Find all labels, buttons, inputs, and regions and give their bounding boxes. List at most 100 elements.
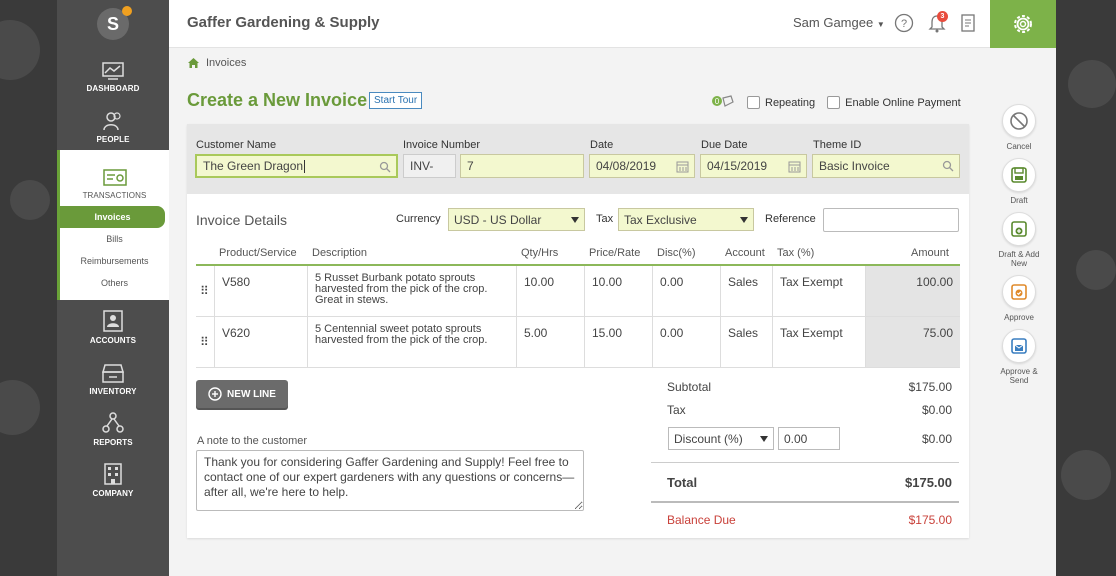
approve-button[interactable]: Approve (994, 275, 1044, 322)
subnav-item-bills[interactable]: Bills (60, 228, 169, 250)
customer-name-input[interactable]: The Green Dragon (195, 154, 398, 178)
column-header-description: Description (312, 247, 368, 259)
reference-input[interactable] (823, 208, 959, 232)
sidebar-item-inventory[interactable]: INVENTORY (57, 351, 169, 402)
sidebar-item-dashboard[interactable]: DASHBOARD (57, 48, 169, 99)
column-header-tax: Tax (%) (777, 247, 815, 259)
invoice-number-input[interactable]: 7 (460, 154, 584, 178)
row-description[interactable]: 5 Centennial sweet potato sprouts harves… (308, 317, 517, 367)
invoice-header-fields: Customer Name The Green Dragon Invoice N… (187, 124, 969, 194)
chevron-down-icon (740, 217, 748, 223)
sidebar-item-people[interactable]: PEOPLE (57, 99, 169, 150)
row-amount: 75.00 (866, 317, 960, 367)
row-qty[interactable]: 5.00 (517, 317, 585, 367)
invoice-prefix-field: INV- (403, 154, 456, 178)
table-row[interactable]: ⠿ V580 5 Russet Burbank potato sprouts h… (196, 266, 960, 317)
approve-send-button[interactable]: Approve & Send (994, 329, 1044, 385)
start-tour-button[interactable]: Start Tour (369, 92, 423, 109)
row-price[interactable]: 15.00 (585, 317, 653, 367)
row-product[interactable]: V580 (215, 266, 308, 316)
due-date-label: Due Date (701, 139, 748, 151)
breadcrumb-invoices[interactable]: Invoices (206, 57, 246, 69)
total-value: $175.00 (905, 475, 952, 490)
invoice-options: 0 Repeating Enable Online Payment (711, 94, 973, 111)
row-tax[interactable]: Tax Exempt (773, 317, 866, 367)
row-amount: 100.00 (866, 266, 960, 316)
draft-button[interactable]: Draft (994, 158, 1044, 205)
sidebar-item-label: PEOPLE (96, 135, 130, 144)
draft-add-new-button[interactable]: Draft & Add New (994, 212, 1044, 268)
online-payment-checkbox[interactable] (827, 96, 841, 109)
app-logo[interactable]: S (97, 6, 132, 40)
search-icon (379, 161, 391, 173)
chevron-down-icon: ▼ (876, 20, 885, 29)
totals-divider (651, 462, 959, 463)
repeating-checkbox[interactable] (747, 96, 760, 109)
customer-note-textarea[interactable]: Thank you for considering Gaffer Gardeni… (196, 450, 584, 511)
tag-icon[interactable]: 0 (711, 94, 735, 111)
drag-handle-icon[interactable]: ⠿ (196, 317, 215, 367)
approve-send-icon (1011, 338, 1027, 354)
home-icon[interactable] (187, 57, 200, 69)
subnav-item-invoices[interactable]: Invoices (60, 206, 165, 228)
tax-mode-select[interactable]: Tax Exclusive (618, 208, 754, 231)
balance-due-label: Balance Due (667, 513, 736, 527)
left-background (0, 0, 57, 576)
calendar-icon[interactable] (676, 160, 689, 173)
sidebar-item-transactions[interactable]: TRANSACTIONS (57, 150, 169, 206)
drag-handle-icon[interactable]: ⠿ (196, 266, 215, 316)
sidebar-item-label: ACCOUNTS (89, 336, 137, 345)
dashboard-icon (102, 62, 124, 80)
column-header-account: Account (725, 247, 765, 259)
repeating-option[interactable]: Repeating (747, 96, 815, 109)
row-disc[interactable]: 0.00 (653, 317, 721, 367)
row-qty[interactable]: 10.00 (517, 266, 585, 316)
currency-label: Currency (396, 213, 441, 225)
due-date-input[interactable]: 04/15/2019 (700, 154, 807, 178)
discount-type-select[interactable]: Discount (%) (668, 427, 774, 450)
date-label: Date (590, 139, 614, 151)
user-menu[interactable]: Sam Gamgee ▼ (793, 15, 885, 30)
row-price[interactable]: 10.00 (585, 266, 653, 316)
document-icon[interactable] (958, 13, 978, 33)
row-description[interactable]: 5 Russet Burbank potato sprouts harveste… (308, 266, 517, 316)
currency-select[interactable]: USD - US Dollar (448, 208, 585, 231)
row-disc[interactable]: 0.00 (653, 266, 721, 316)
discount-input[interactable]: 0.00 (778, 427, 840, 450)
sidebar-item-label: INVENTORY (89, 387, 137, 396)
plus-circle-icon (208, 387, 222, 401)
cancel-icon (1010, 112, 1028, 130)
help-icon[interactable]: ? (894, 13, 914, 33)
sidebar-item-reports[interactable]: REPORTS (57, 402, 169, 453)
inventory-icon (102, 364, 124, 383)
theme-id-input[interactable]: Basic Invoice (812, 154, 960, 178)
subnav-item-others[interactable]: Others (60, 272, 169, 294)
cancel-button[interactable]: Cancel (994, 104, 1044, 151)
main-content: Invoices Create a New Invoice Start Tour… (169, 48, 1056, 576)
new-line-button[interactable]: NEW LINE (196, 380, 288, 408)
calendar-icon[interactable] (788, 160, 801, 173)
row-account[interactable]: Sales (721, 317, 773, 367)
column-header-amount: Amount (911, 247, 949, 259)
date-input[interactable]: 04/08/2019 (589, 154, 695, 178)
sidebar-item-label: REPORTS (93, 438, 133, 447)
subnav-item-reimbursements[interactable]: Reimbursements (60, 250, 169, 272)
sidebar-item-label: DASHBOARD (86, 84, 140, 93)
balance-due-value: $175.00 (908, 513, 952, 527)
save-draft-icon (1011, 167, 1027, 183)
column-header-qty: Qty/Hrs (521, 247, 559, 259)
sidebar-item-company[interactable]: COMPANY (57, 453, 169, 504)
notifications-bell-icon[interactable]: 3 (927, 11, 948, 33)
table-row[interactable]: ⠿ V620 5 Centennial sweet potato sprouts… (196, 317, 960, 368)
settings-button[interactable] (990, 0, 1056, 48)
row-product[interactable]: V620 (215, 317, 308, 367)
row-tax[interactable]: Tax Exempt (773, 266, 866, 316)
online-payment-option[interactable]: Enable Online Payment (827, 96, 961, 109)
logo-area: S (57, 0, 169, 48)
people-icon (103, 112, 121, 131)
chevron-down-icon (571, 217, 579, 223)
column-header-product: Product/Service (219, 247, 297, 259)
column-header-price: Price/Rate (589, 247, 641, 259)
sidebar-item-accounts[interactable]: ACCOUNTS (57, 300, 169, 351)
row-account[interactable]: Sales (721, 266, 773, 316)
